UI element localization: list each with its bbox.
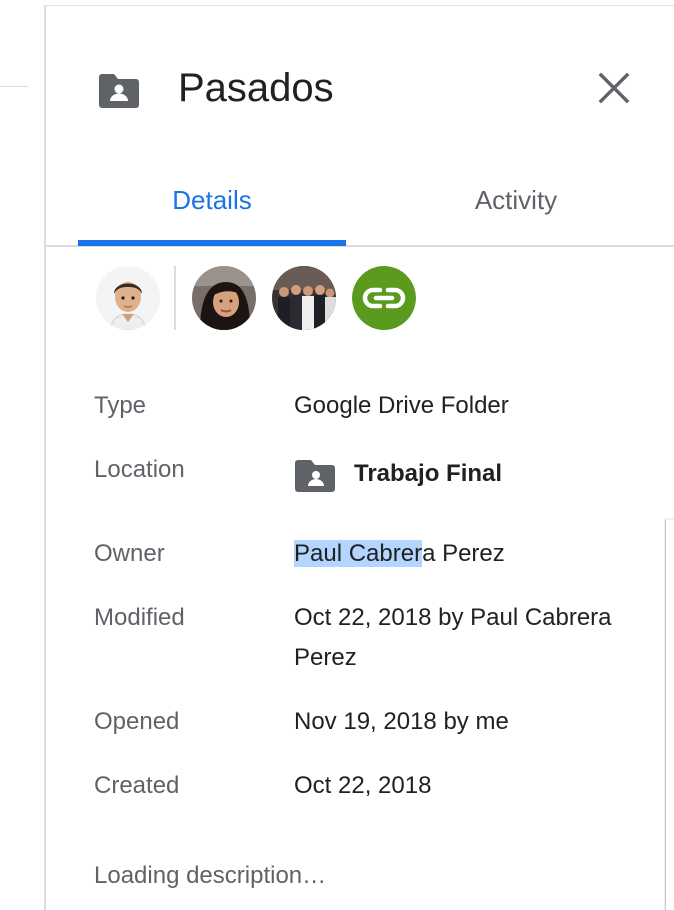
modified-value: Oct 22, 2018 by Paul Cabrera Perez [294,604,612,671]
location-label: Location [94,456,185,483]
close-icon[interactable] [594,68,634,108]
panel-title: Pasados [178,66,334,110]
active-tab-indicator [78,240,346,246]
close-button[interactable] [594,68,634,108]
shared-user-avatar-2[interactable] [272,266,336,330]
scrollbar-thumb[interactable] [665,520,674,910]
owner-value: Paul Cabrera Perez [294,534,644,574]
shared-folder-icon [295,460,335,492]
details-panel: Pasados Details Activity Type Google Dri… [46,6,674,910]
owner-rest-text: a Perez [422,540,505,567]
background-divider [0,86,28,87]
tab-details[interactable]: Details [78,156,346,244]
created-value: Oct 22, 2018 [294,772,432,799]
owner-label: Owner [94,540,165,567]
background-content-strip [0,0,44,910]
created-label: Created [94,772,180,799]
tab-bar: Details Activity [46,156,674,246]
avatar-divider [174,266,176,330]
tab-activity[interactable]: Activity [380,156,652,244]
opened-label: Opened [94,708,180,735]
opened-value: Nov 19, 2018 by me [294,708,509,735]
owner-avatar[interactable] [96,266,160,330]
type-value: Google Drive Folder [294,392,509,419]
link-sharing-avatar[interactable] [352,266,416,330]
sharing-avatars [46,264,674,334]
description-loading-text: Loading description… [94,862,327,889]
shared-user-avatar-1[interactable] [192,266,256,330]
shared-folder-icon [96,70,140,110]
owner-selected-text: Paul Cabrer [294,540,423,567]
modified-label: Modified [94,604,185,631]
type-label: Type [94,392,147,419]
location-folder-link[interactable]: Trabajo Final [354,454,502,494]
location-value[interactable]: Trabajo Final [294,450,644,500]
